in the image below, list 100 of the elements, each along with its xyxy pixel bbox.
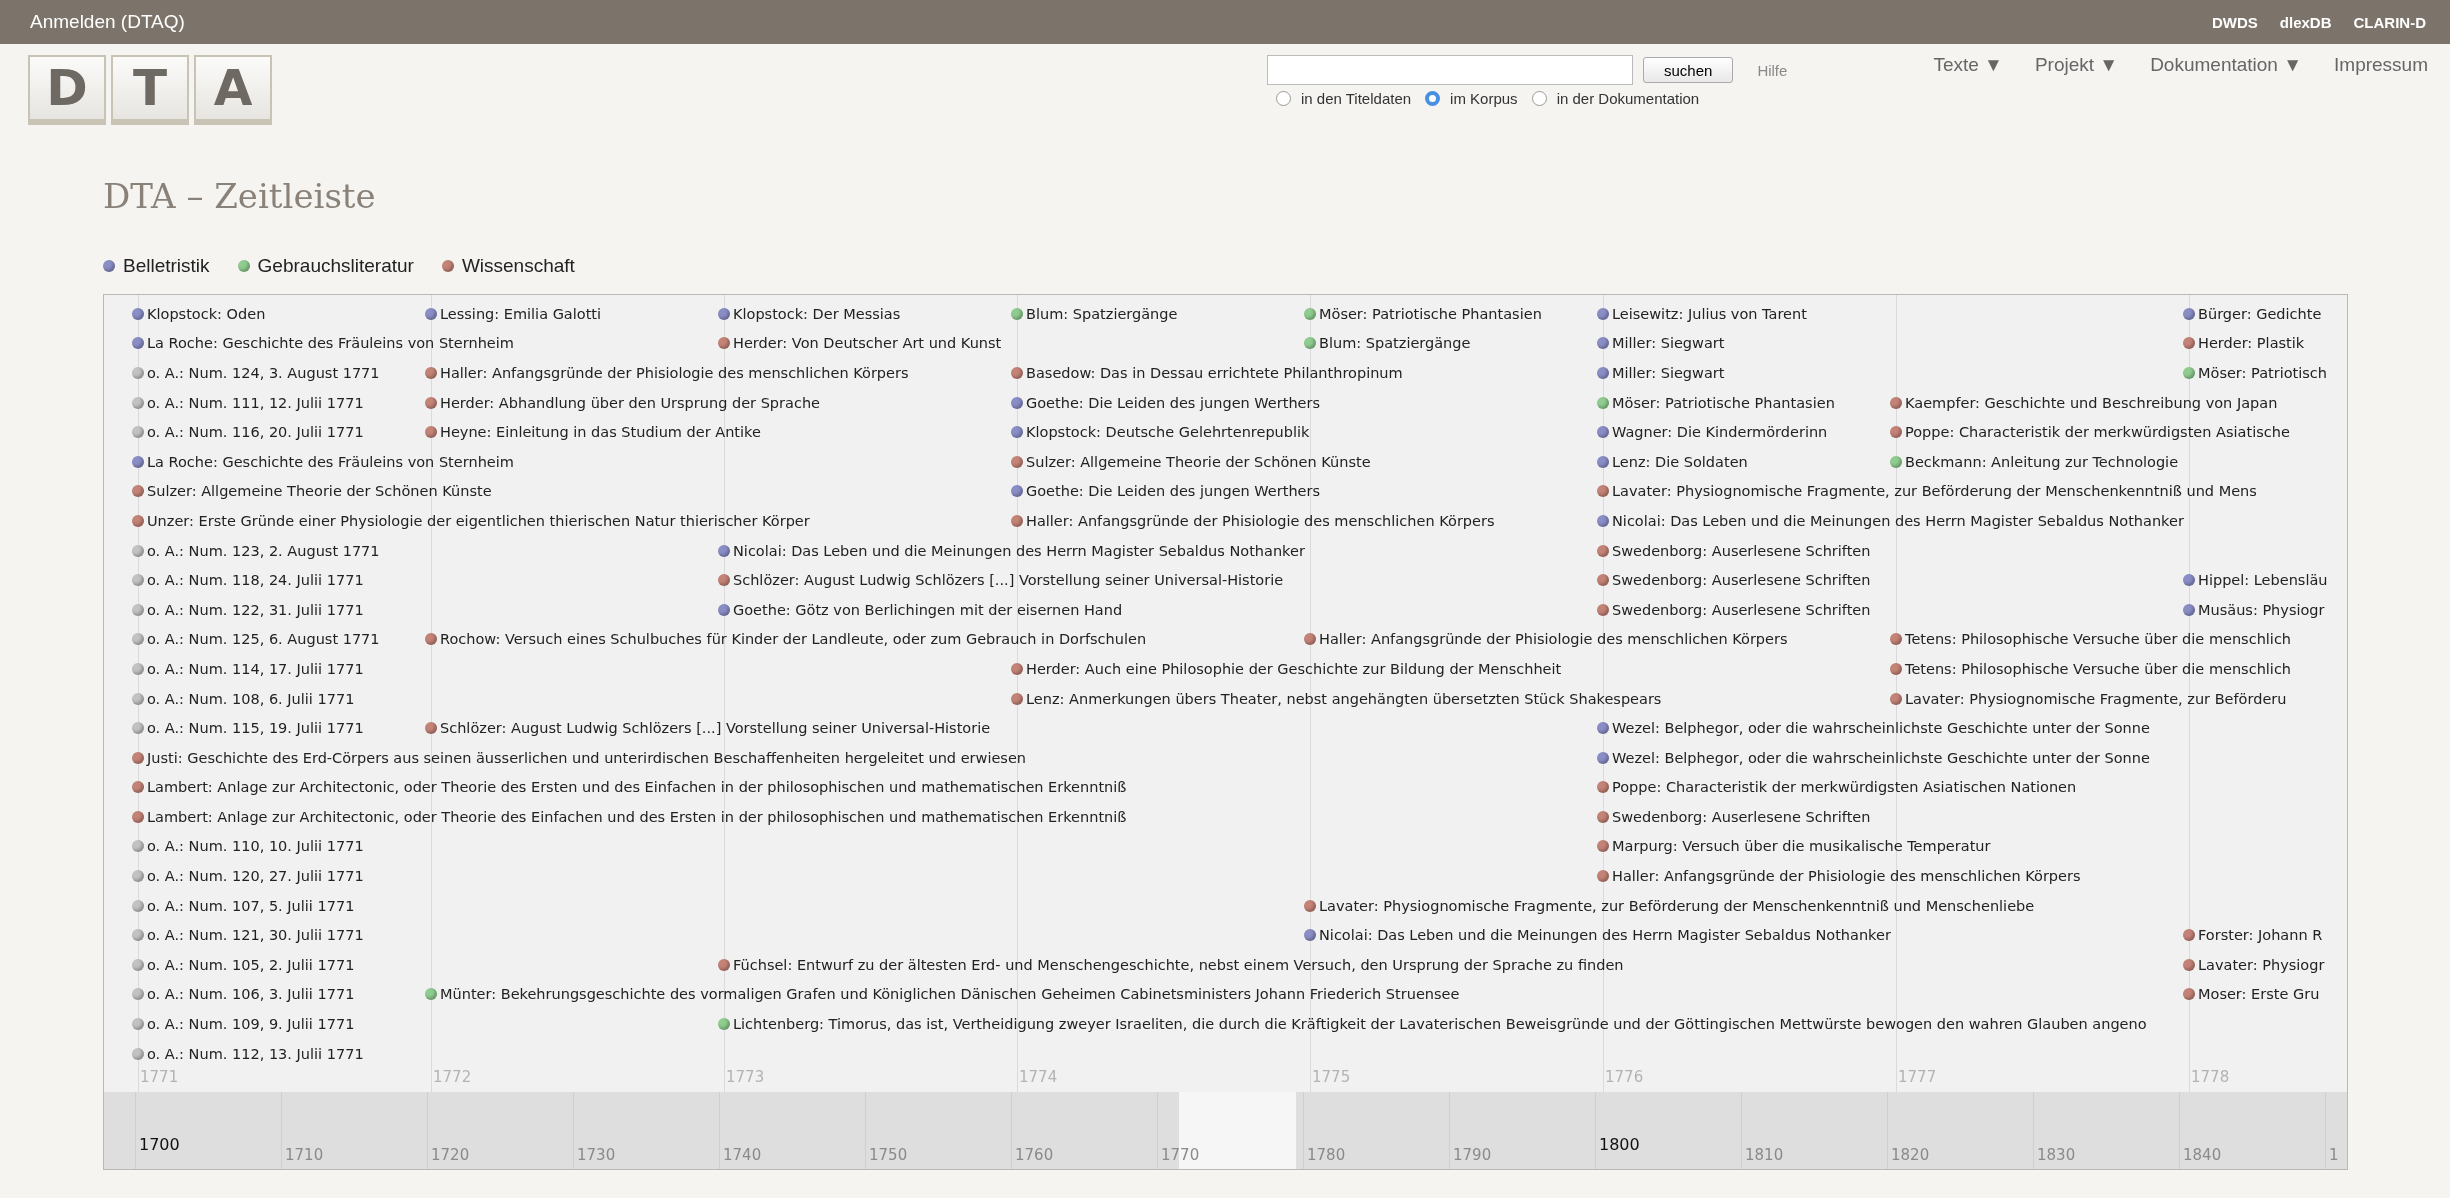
event-title[interactable]: Poppe: Characteristik der merkwürdigsten Asiatischen Nationen bbox=[1612, 779, 2077, 796]
radio-label[interactable]: im Korpus bbox=[1450, 90, 1518, 107]
event-dot[interactable] bbox=[132, 899, 144, 912]
event-title[interactable]: Miller: Siegwart bbox=[1612, 365, 1725, 381]
event-dot[interactable] bbox=[132, 426, 144, 439]
event-dot[interactable] bbox=[1304, 929, 1316, 942]
event-dot[interactable] bbox=[132, 603, 144, 616]
event-dot[interactable] bbox=[1011, 662, 1023, 675]
event-dot[interactable] bbox=[718, 574, 730, 587]
event-title[interactable]: Nicolai: Das Leben und die Meinungen des Herrn Magister Sebaldus Nothanker bbox=[1612, 512, 2184, 529]
event-dot[interactable] bbox=[1597, 367, 1609, 379]
event-title[interactable]: Basedow: Das in Dessau errichtete Philanthropinum bbox=[1026, 365, 1403, 381]
event-title[interactable]: La Roche: Geschichte des Fräuleins von Sternheim bbox=[147, 335, 514, 352]
logo-tile[interactable]: T bbox=[111, 55, 189, 125]
event-title[interactable]: Wezel: Belphegor, oder die wahrscheinlichste Geschichte unter der Sonne bbox=[1612, 749, 2150, 766]
event-dot[interactable] bbox=[132, 514, 144, 527]
event-title[interactable]: Wagner: Die Kindermörderinn bbox=[1612, 424, 1828, 441]
event-title[interactable]: Moser: Erste Gru bbox=[2198, 986, 2320, 1003]
event-dot[interactable] bbox=[1597, 751, 1609, 764]
event-title[interactable]: Poppe: Characteristik der merkwürdigsten Asiatische bbox=[1905, 424, 2290, 441]
event-title[interactable]: Lambert: Anlage zur Architectonic, oder Theorie des Ersten und des Einfachen in der philosophischen und mathematischen Erkenntniß bbox=[147, 779, 1127, 796]
event-dot[interactable] bbox=[132, 988, 144, 1001]
event-dot[interactable] bbox=[1011, 455, 1023, 468]
event-dot[interactable] bbox=[1890, 662, 1902, 675]
event-title[interactable]: Münter: Bekehrungsgeschichte des vormaligen Grafen und Königlichen Dänischen Geheimen Cabinetsministers Johann Friederich Struensee bbox=[440, 986, 1460, 1003]
event-dot[interactable] bbox=[718, 544, 730, 557]
radio-button[interactable] bbox=[1276, 91, 1291, 106]
event-dot[interactable] bbox=[132, 840, 144, 853]
event-dot[interactable] bbox=[1597, 603, 1609, 616]
event-title[interactable]: o. A.: Num. 123, 2. August 1771 bbox=[147, 542, 380, 559]
event-title[interactable]: Haller: Anfangsgründe der Phisiologie des menschlichen Körpers bbox=[1319, 631, 1788, 648]
event-dot[interactable] bbox=[1597, 544, 1609, 557]
event-title[interactable]: o. A.: Num. 116, 20. Julii 1771 bbox=[147, 424, 364, 441]
event-title[interactable]: Schlözer: August Ludwig Schlözers [...] Vorstellung seiner Universal-Historie bbox=[440, 720, 991, 737]
header-link[interactable]: CLARIN-D bbox=[2353, 13, 2426, 31]
logo-tile[interactable]: A bbox=[194, 55, 272, 125]
event-dot[interactable] bbox=[2183, 367, 2195, 379]
event-dot[interactable] bbox=[1597, 781, 1609, 794]
event-dot[interactable] bbox=[2183, 574, 2195, 587]
event-title[interactable]: Lenz: Die Soldaten bbox=[1612, 453, 1748, 470]
event-title[interactable]: Tetens: Philosophische Versuche über die menschlich bbox=[1905, 660, 2292, 677]
event-dot[interactable] bbox=[1011, 426, 1023, 439]
event-title[interactable]: Musäus: Physiogr bbox=[2198, 601, 2325, 618]
search-button[interactable]: suchen bbox=[1643, 57, 1734, 83]
header-link[interactable]: dlexDB bbox=[2279, 13, 2332, 31]
nav-menu-item[interactable]: Projekt ▼ bbox=[2034, 54, 2119, 76]
event-title[interactable]: Sulzer: Allgemeine Theorie der Schönen Künste bbox=[1026, 453, 1371, 470]
event-title[interactable]: o. A.: Num. 121, 30. Julii 1771 bbox=[147, 927, 364, 944]
event-dot[interactable] bbox=[1011, 692, 1023, 705]
event-dot[interactable] bbox=[1304, 307, 1316, 320]
event-title[interactable]: Miller: Siegwart bbox=[1612, 335, 1725, 352]
event-dot[interactable] bbox=[132, 633, 144, 646]
event-title[interactable]: Füchsel: Entwurf zu der ältesten Erd- und Menschengeschichte, nebst einem Versuch, den Ursprung der Sprache zu finden bbox=[733, 956, 1624, 973]
event-dot[interactable] bbox=[1304, 337, 1316, 350]
event-dot[interactable] bbox=[132, 1018, 144, 1031]
event-dot[interactable] bbox=[132, 544, 144, 557]
event-dot[interactable] bbox=[1597, 514, 1609, 527]
event-dot[interactable] bbox=[2183, 603, 2195, 616]
event-dot[interactable] bbox=[132, 367, 144, 379]
event-title[interactable]: Unzer: Erste Gründe einer Physiologie der eigentlichen thierischen Natur thierischer Körper bbox=[147, 512, 810, 529]
event-dot[interactable] bbox=[132, 781, 144, 794]
event-dot[interactable] bbox=[2183, 337, 2195, 350]
event-title[interactable]: Kaempfer: Geschichte und Beschreibung von Japan bbox=[1905, 394, 2278, 411]
event-title[interactable]: o. A.: Num. 109, 9. Julii 1771 bbox=[147, 1016, 355, 1033]
event-title[interactable]: Justi: Geschichte des Erd-Cörpers aus seinen äusserlichen und unterirdischen Beschaffenheiten hergeleitet und erwiesen bbox=[147, 749, 1026, 766]
search-field[interactable] bbox=[1267, 55, 1633, 85]
event-title[interactable]: o. A.: Num. 118, 24. Julii 1771 bbox=[147, 572, 364, 589]
event-dot[interactable] bbox=[1011, 514, 1023, 527]
event-dot[interactable] bbox=[1011, 307, 1023, 320]
event-dot[interactable] bbox=[132, 958, 144, 971]
event-title[interactable]: o. A.: Num. 107, 5. Julii 1771 bbox=[147, 897, 355, 914]
event-title[interactable]: Lavater: Physiognomische Fragmente, zur Beförderu bbox=[1905, 690, 2287, 707]
event-title[interactable]: Nicolai: Das Leben und die Meinungen des Herrn Magister Sebaldus Nothanker bbox=[1319, 927, 1891, 944]
event-title[interactable]: o. A.: Num. 114, 17. Julii 1771 bbox=[147, 660, 364, 677]
event-dot[interactable] bbox=[1304, 899, 1316, 912]
event-dot[interactable] bbox=[718, 337, 730, 350]
event-title[interactable]: o. A.: Num. 124, 3. August 1771 bbox=[147, 365, 380, 381]
event-title[interactable]: Rochow: Versuch eines Schulbuches für Kinder der Landleute, oder zum Gebrauch in Dorfschulen bbox=[440, 631, 1147, 648]
event-dot[interactable] bbox=[132, 692, 144, 705]
event-title[interactable]: Goethe: Die Leiden des jungen Werthers bbox=[1026, 394, 1321, 411]
event-title[interactable]: Blum: Spatziergänge bbox=[1026, 305, 1178, 322]
event-title[interactable]: Klopstock: Oden bbox=[147, 305, 266, 322]
radio-label[interactable]: in den Titeldaten bbox=[1301, 90, 1412, 107]
event-dot[interactable] bbox=[1890, 633, 1902, 646]
event-dot[interactable] bbox=[132, 751, 144, 764]
event-dot[interactable] bbox=[132, 929, 144, 942]
event-dot[interactable] bbox=[1890, 692, 1902, 705]
event-dot[interactable] bbox=[132, 307, 144, 320]
event-title[interactable]: Swedenborg: Auserlesene Schriften bbox=[1612, 572, 1871, 589]
event-dot[interactable] bbox=[1011, 367, 1023, 379]
event-title[interactable]: Goethe: Götz von Berlichingen mit der eisernen Hand bbox=[733, 601, 1123, 618]
radio-button[interactable] bbox=[1425, 91, 1441, 106]
event-title[interactable]: Lessing: Emilia Galotti bbox=[440, 305, 602, 322]
event-dot[interactable] bbox=[1597, 840, 1609, 853]
event-title[interactable]: Beckmann: Anleitung zur Technologie bbox=[1905, 453, 2179, 470]
event-dot[interactable] bbox=[2183, 929, 2195, 942]
event-dot[interactable] bbox=[132, 662, 144, 675]
event-dot[interactable] bbox=[132, 337, 144, 350]
radio-label[interactable]: in der Dokumentation bbox=[1556, 90, 1700, 107]
event-title[interactable]: Lavater: Physiognomische Fragmente, zur Beförderung der Menschenkenntniß und Menschenliebe bbox=[1319, 897, 2035, 914]
